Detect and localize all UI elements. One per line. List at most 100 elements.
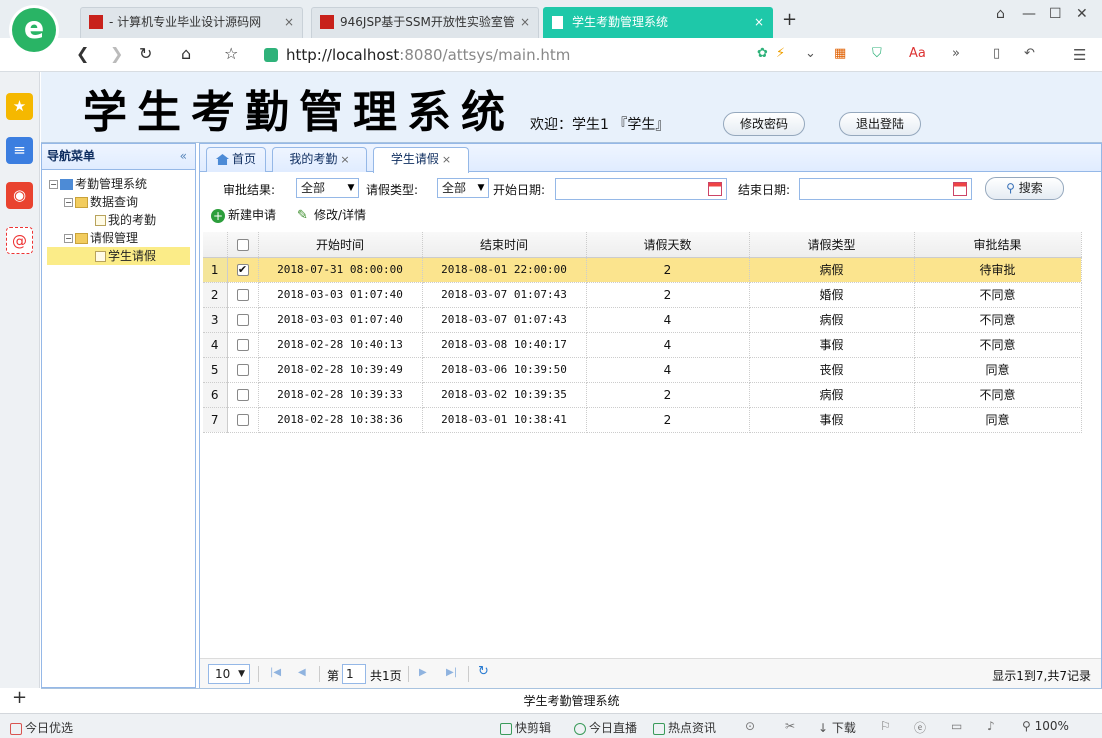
table-row[interactable]: 2 2018-03-03 01:07:40 2018-03-07 01:07:4… [203, 282, 1082, 308]
column-header-result[interactable]: 审批结果 [914, 232, 1082, 258]
add-sidebar-icon[interactable]: + [12, 687, 27, 708]
skin-icon[interactable]: ⌂ [996, 6, 1005, 22]
tree-node-root[interactable]: − 考勤管理系统 [49, 175, 147, 193]
status-item-news[interactable]: 热点资讯 [653, 719, 716, 736]
logout-button[interactable]: 退出登陆 [839, 112, 921, 136]
status-tool-icon[interactable]: ✂ [785, 719, 795, 733]
start-date-input[interactable] [555, 178, 727, 200]
browser-tab-3-active[interactable]: 学生考勤管理系统 × [543, 7, 773, 38]
row-checkbox[interactable] [236, 339, 249, 351]
close-tab-icon[interactable]: × [754, 8, 764, 37]
calendar-icon[interactable] [708, 182, 722, 196]
tab-student-leave[interactable]: 学生请假 × [373, 147, 469, 173]
speed-mode-icon[interactable]: ⚡ [776, 46, 785, 61]
column-header-start[interactable]: 开始时间 [258, 232, 423, 258]
first-page-icon[interactable]: |◀ [270, 667, 281, 678]
browser-tab-1[interactable]: - 计算机专业毕业设计源码网 × [80, 7, 303, 38]
more-tools-icon[interactable]: » [952, 46, 960, 61]
tree-node-my-attendance[interactable]: 我的考勤 [95, 211, 156, 229]
menu-icon[interactable]: ☰ [1073, 46, 1086, 64]
phone-icon[interactable]: ▯ [993, 46, 1000, 61]
calendar-icon[interactable] [953, 182, 967, 196]
table-row[interactable]: 3 2018-03-03 01:07:40 2018-03-07 01:07:4… [203, 307, 1082, 333]
cell-type: 婚假 [749, 282, 915, 308]
new-request-button[interactable]: + 新建申请 [211, 207, 276, 223]
status-window-icon[interactable]: ▭ [951, 719, 962, 733]
status-speed-icon[interactable]: ⊙ [745, 719, 755, 733]
column-header-end[interactable]: 结束时间 [422, 232, 587, 258]
browser-tab-2[interactable]: 946JSP基于SSM开放性实验室管 × [311, 7, 539, 38]
shield-icon[interactable]: ⛉ [872, 46, 882, 61]
minimize-icon[interactable]: — [1022, 6, 1036, 22]
browser-logo-icon[interactable]: e [12, 8, 56, 52]
back-icon[interactable]: ❮ [76, 44, 89, 63]
bookmark-star-icon[interactable]: ☆ [224, 44, 238, 63]
row-checkbox[interactable] [236, 314, 249, 326]
close-window-icon[interactable]: ✕ [1076, 6, 1088, 22]
reading-list-icon[interactable]: ≡ [6, 137, 33, 164]
row-checkbox-checked[interactable]: ✔ [236, 264, 249, 276]
collapse-node-icon[interactable]: − [64, 234, 73, 243]
table-row[interactable]: 6 2018-02-28 10:39:33 2018-03-02 10:39:3… [203, 382, 1082, 408]
edit-details-button[interactable]: ✎ 修改/详情 [297, 207, 366, 223]
table-row[interactable]: 7 2018-02-28 10:38:36 2018-03-01 10:38:4… [203, 407, 1082, 433]
dropdown-arrow-icon: ▼ [238, 669, 245, 679]
search-button[interactable]: ⚲ 搜索 [985, 177, 1064, 200]
next-page-icon[interactable]: ▶ [419, 667, 427, 678]
last-page-icon[interactable]: ▶| [446, 667, 457, 678]
url-input[interactable]: http://localhost:8080/attsys/main.htm [258, 43, 728, 67]
row-checkbox[interactable] [236, 364, 249, 376]
status-browser-icon[interactable]: ⓔ [914, 719, 926, 736]
compat-mode-icon[interactable]: ✿ [757, 46, 768, 61]
row-checkbox[interactable] [236, 414, 249, 426]
close-tab-icon[interactable]: × [520, 8, 530, 37]
new-tab-button[interactable]: + [782, 9, 797, 30]
page-size-select[interactable]: 10 ▼ [208, 664, 250, 684]
table-row[interactable]: 1 ✔ 2018-07-31 08:00:00 2018-08-01 22:00… [203, 257, 1082, 283]
change-password-button[interactable]: 修改密码 [723, 112, 805, 136]
status-item-download[interactable]: ↓ 下载 [818, 719, 856, 736]
tab-home[interactable]: 首页 [206, 147, 266, 172]
daily-picks-item[interactable]: 今日优选 [10, 719, 73, 736]
translate-icon[interactable]: Aa [909, 46, 926, 61]
collapse-node-icon[interactable]: − [64, 198, 73, 207]
column-header-type[interactable]: 请假类型 [749, 232, 915, 258]
forward-icon[interactable]: ❯ [110, 44, 123, 63]
tree-node-student-leave[interactable]: 学生请假 [95, 247, 156, 265]
home-icon[interactable]: ⌂ [181, 44, 191, 63]
maximize-icon[interactable]: ☐ [1049, 6, 1062, 22]
volume-icon[interactable]: ♪ [987, 719, 995, 733]
url-dropdown-icon[interactable]: ⌄ [805, 46, 816, 61]
prev-page-icon[interactable]: ◀ [298, 667, 306, 678]
close-tab-icon[interactable]: × [442, 153, 451, 166]
mail-icon[interactable]: @ [6, 227, 33, 254]
undo-icon[interactable]: ↶ [1024, 46, 1035, 61]
row-checkbox[interactable] [236, 289, 249, 301]
row-checkbox[interactable] [236, 389, 249, 401]
page-number-input[interactable]: 1 [342, 664, 366, 684]
reload-icon[interactable]: ↻ [139, 44, 152, 63]
select-all-checkbox[interactable] [236, 238, 249, 251]
collapse-panel-icon[interactable]: « [180, 144, 187, 169]
column-header-days[interactable]: 请假天数 [586, 232, 750, 258]
tree-node-data-query[interactable]: − 数据查询 [64, 193, 138, 211]
collapse-node-icon[interactable]: − [49, 180, 58, 189]
apps-icon[interactable]: ▦ [834, 46, 846, 61]
table-row[interactable]: 5 2018-02-28 10:39:49 2018-03-06 10:39:5… [203, 357, 1082, 383]
weibo-icon[interactable]: ◉ [6, 182, 33, 209]
close-tab-icon[interactable]: × [340, 153, 349, 166]
zoom-level[interactable]: ⚲ 100% [1022, 719, 1069, 733]
status-flag-icon[interactable]: ⚐ [880, 719, 891, 733]
status-item-live[interactable]: 今日直播 [574, 719, 637, 736]
refresh-icon[interactable]: ↻ [478, 664, 489, 679]
close-tab-icon[interactable]: × [284, 8, 294, 37]
leave-type-filter-select[interactable]: 全部 ▼ [437, 178, 489, 198]
end-date-input[interactable] [799, 178, 972, 200]
tree-node-leave-management[interactable]: − 请假管理 [64, 229, 138, 247]
favorites-star-icon[interactable]: ★ [6, 93, 33, 120]
table-row[interactable]: 4 2018-02-28 10:40:13 2018-03-08 10:40:1… [203, 332, 1082, 358]
row-select-cell [227, 407, 259, 433]
approval-filter-select[interactable]: 全部 ▼ [296, 178, 359, 198]
tab-my-attendance[interactable]: 我的考勤 × [272, 147, 367, 172]
status-item-clip[interactable]: 快剪辑 [500, 719, 551, 736]
